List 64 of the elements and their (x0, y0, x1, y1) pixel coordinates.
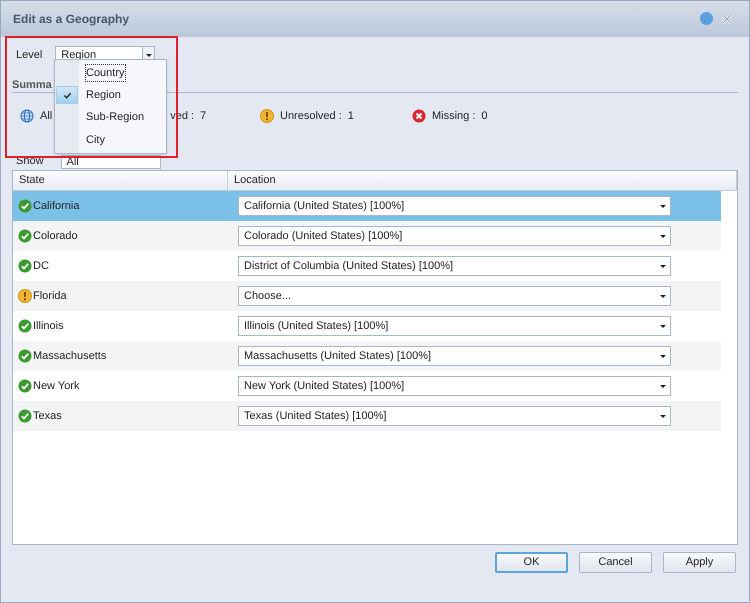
summary-count: 7 (200, 108, 206, 124)
check-icon (62, 90, 72, 100)
location-dropdown[interactable]: Texas (United States) [100%] (238, 406, 671, 426)
close-icon[interactable] (721, 12, 733, 24)
level-label: Level (16, 48, 42, 63)
caret-icon (660, 324, 666, 328)
dialog-button[interactable]: OK (495, 552, 568, 573)
table-cell-text: New York (33, 378, 80, 394)
location-dropdown[interactable]: New York (United States) [100%] (238, 376, 671, 396)
check-icon (18, 319, 32, 333)
warning-icon (18, 289, 32, 303)
location-dropdown[interactable]: California (United States) [100%] (238, 196, 671, 216)
dialog-button[interactable]: Apply (663, 552, 736, 573)
table-cell-text: California (33, 198, 80, 214)
table-row[interactable]: Massachusetts Massachusetts (United States) [100%] (13, 341, 721, 371)
caret-icon (660, 264, 666, 268)
globe-icon (20, 109, 34, 123)
summary-label: Unresolved : (280, 108, 342, 124)
table-cell-text: DC (33, 258, 49, 274)
location-dropdown[interactable]: Massachusetts (United States) [100%] (238, 346, 671, 366)
caret-icon (660, 234, 666, 238)
caret-icon (660, 204, 666, 208)
location-dropdown[interactable]: Illinois (United States) [100%] (238, 316, 671, 336)
table-cell-text: Massachusetts (33, 348, 106, 364)
column-header[interactable]: Location (228, 171, 737, 190)
menu-item-label: Region (86, 88, 121, 104)
menu-item[interactable]: Sub-Region (55, 106, 166, 129)
location-dropdown[interactable]: District of Columbia (United States) [100%] (238, 256, 671, 276)
check-icon (18, 229, 32, 243)
summary-label: All (40, 108, 52, 124)
error-icon (412, 109, 426, 123)
caret-icon (660, 294, 666, 298)
caret-icon (660, 354, 666, 358)
window-title: Edit as a Geography (13, 10, 130, 28)
table-cell-text: Illinois (33, 318, 64, 334)
menu-item[interactable]: Country (55, 62, 166, 84)
check-icon (18, 409, 32, 423)
menu-item-label: City (86, 132, 105, 148)
check-icon (18, 199, 32, 213)
summary-count: 1 (348, 108, 354, 124)
summary-heading: Summa (12, 78, 52, 93)
warning-icon (260, 109, 274, 123)
menu-item[interactable]: City (55, 128, 166, 151)
table-row[interactable]: Colorado Colorado (United States) [100%] (13, 221, 721, 251)
column-header[interactable]: State (13, 171, 228, 190)
table-row[interactable]: Florida Choose... (13, 281, 721, 311)
caret-icon (660, 414, 666, 418)
menu-item-label: Country (86, 64, 125, 82)
menu-item-label: Sub-Region (86, 110, 144, 126)
caret-icon (660, 384, 666, 388)
location-dropdown[interactable]: Colorado (United States) [100%] (238, 226, 671, 246)
table-row[interactable]: Texas Texas (United States) [100%] (13, 401, 721, 431)
table-cell-text: Florida (33, 288, 67, 304)
check-icon (18, 349, 32, 363)
summary-count: 0 (481, 108, 488, 124)
table-cell-text: Texas (33, 408, 62, 424)
check-icon (18, 259, 32, 273)
table-cell-text: Colorado (33, 228, 78, 244)
location-dropdown[interactable]: Choose... (238, 286, 671, 306)
dialog-button[interactable]: Cancel (579, 552, 652, 573)
selected-row[interactable]: California California (United States) [100%] (13, 191, 721, 221)
menu-item[interactable]: Region (55, 84, 166, 106)
summary-label: Missing : (432, 108, 476, 124)
check-icon (18, 379, 32, 393)
